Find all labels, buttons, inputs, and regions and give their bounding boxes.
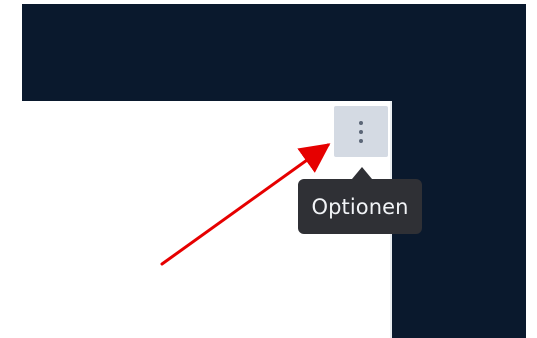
tooltip-label: Optionen [311,194,409,219]
more-vertical-icon [359,120,363,143]
kebab-dot [359,138,363,143]
options-button[interactable] [334,106,388,157]
kebab-dot [359,120,363,125]
tooltip-arrow [352,167,372,179]
screenshot-stage: Optionen [0,0,537,338]
options-tooltip: Optionen [298,179,422,234]
kebab-dot [359,129,363,134]
